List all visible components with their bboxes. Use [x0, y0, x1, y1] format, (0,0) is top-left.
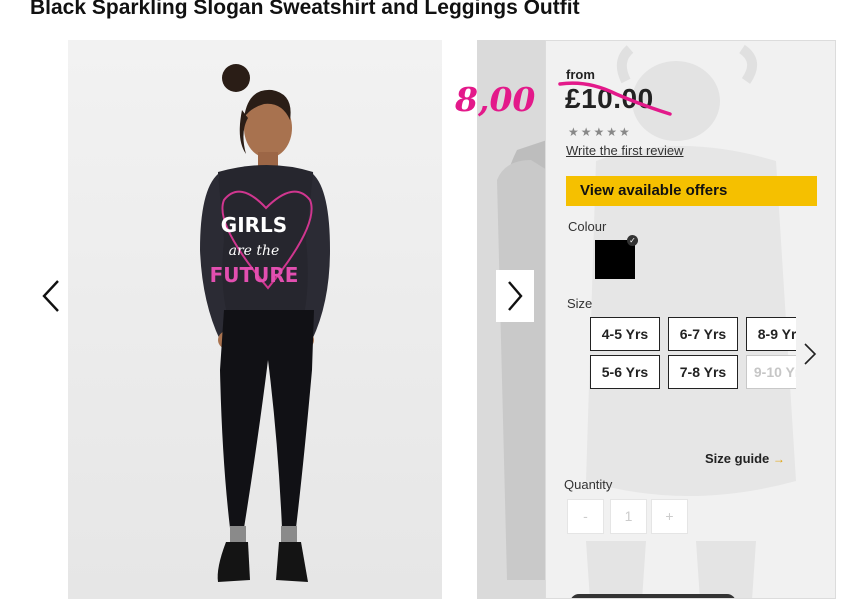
view-offers-button[interactable]: View available offers	[566, 176, 817, 206]
product-title: Black Sparkling Slogan Sweatshirt and Le…	[30, 0, 580, 19]
size-option-unavailable[interactable]: 9-10 Yrs	[746, 355, 796, 389]
quantity-decrease-button[interactable]: -	[567, 499, 604, 534]
product-main-image: GIRLS are the FUTURE	[68, 40, 442, 599]
chevron-right-icon	[508, 281, 523, 311]
size-option[interactable]: 8-9 Yrs	[746, 317, 796, 351]
size-option[interactable]: 7-8 Yrs	[668, 355, 738, 389]
product-details-panel: from £10.00 ★★★★★ Write the first review…	[545, 40, 836, 599]
quantity-input[interactable]: 1	[610, 499, 647, 534]
slogan-line-3: FUTURE	[210, 263, 299, 287]
slogan-line-2: are the	[229, 243, 280, 259]
size-option[interactable]: 5-6 Yrs	[590, 355, 660, 389]
model-photo: GIRLS are the FUTURE	[68, 40, 442, 599]
size-option[interactable]: 4-5 Yrs	[590, 317, 660, 351]
chevron-left-icon	[42, 280, 59, 312]
size-options: 4-5 Yrs 6-7 Yrs 8-9 Yrs 5-6 Yrs 7-8 Yrs …	[590, 316, 796, 392]
prev-image-button[interactable]	[34, 276, 68, 316]
check-icon: ✓	[627, 235, 638, 246]
rating-stars: ★★★★★	[568, 125, 632, 139]
product-price: £10.00	[565, 83, 654, 114]
colour-swatch-black[interactable]	[595, 240, 635, 279]
arrow-right-icon: →	[772, 452, 785, 466]
slogan-line-1: GIRLS	[221, 213, 287, 237]
size-scroll-next-button[interactable]	[800, 341, 820, 367]
handwritten-price-annotation: 8,00	[455, 80, 536, 119]
next-image-button[interactable]	[496, 270, 534, 322]
price-from-label: from	[566, 67, 595, 82]
quantity-increase-button[interactable]: +	[651, 499, 688, 534]
size-option[interactable]: 6-7 Yrs	[668, 317, 738, 351]
size-guide-link[interactable]: Size guide →	[705, 451, 785, 466]
add-to-bag-button[interactable]	[570, 594, 736, 598]
colour-label: Colour	[568, 219, 607, 234]
write-review-link[interactable]: Write the first review	[566, 143, 684, 158]
size-label: Size	[567, 296, 593, 311]
quantity-label: Quantity	[564, 477, 613, 492]
chevron-right-icon	[804, 343, 817, 365]
size-guide-label: Size guide	[705, 451, 770, 466]
